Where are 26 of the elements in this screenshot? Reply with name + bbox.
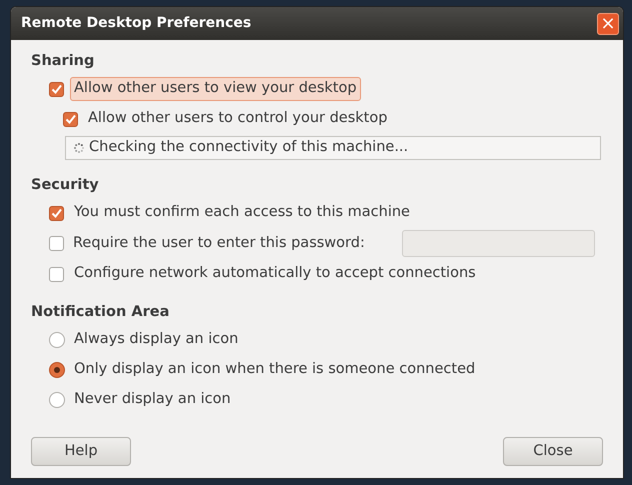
option-label: Allow other users to control your desktop [87,109,388,128]
section-heading: Security [31,176,100,196]
option-label: Only display an icon when there is someone connected [74,360,476,380]
window-title: Remote Desktop Preferences [21,14,252,33]
checkbox[interactable] [49,206,64,220]
radio-button[interactable] [49,332,65,348]
option-label: Never display an icon [74,390,231,410]
radio-button[interactable] [49,392,65,408]
option-label: Require the user to enter this password: [73,234,366,253]
option-label: Always display an icon [74,330,238,350]
password-field[interactable] [402,230,595,257]
dialog-button[interactable]: Close [503,437,603,466]
checkbox[interactable] [49,236,64,251]
spinner-icon [74,143,84,153]
checkbox[interactable] [63,112,78,126]
option-label: Configure network automatically to accept connections [73,264,477,284]
radio-button[interactable] [49,362,65,378]
section-heading: Sharing [31,52,96,72]
status-text: Checking the connectivity of this machine... [89,138,408,158]
checkbox[interactable] [49,82,64,96]
close-button[interactable]: × [597,12,619,34]
option-label: You must confirm each access to this machine [73,203,411,222]
section-heading: Notification Area [31,303,170,322]
checkbox[interactable] [49,266,64,282]
dialog-button[interactable]: Help [31,437,131,466]
option-label: Allow other users to view your desktop [70,77,361,101]
